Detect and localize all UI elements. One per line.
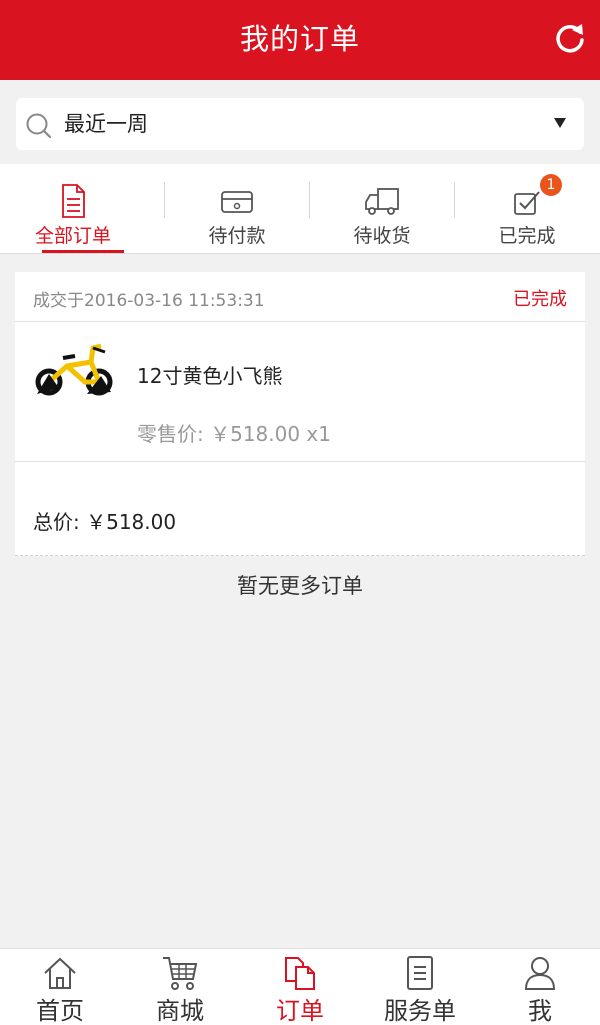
truck-icon [365, 188, 399, 215]
order-status-tabs: 全部订单 待付款 待收货 1 已完成 [0, 164, 600, 254]
service-doc-icon [407, 956, 433, 990]
order-status: 已完成 [513, 289, 567, 310]
tab-label: 全部订单 [34, 225, 111, 247]
tab-completed[interactable]: 1 已完成 [454, 164, 600, 254]
home-icon [44, 957, 76, 989]
time-range-select[interactable]: 最近一周 [16, 98, 584, 150]
refresh-icon[interactable] [550, 18, 590, 58]
search-icon [26, 113, 52, 139]
nav-label: 订单 [276, 997, 324, 1025]
order-icon [285, 957, 315, 990]
checkbox-icon [514, 191, 540, 215]
tab-pending-payment[interactable]: 待付款 [164, 164, 310, 254]
order-item[interactable]: 12寸黄色小飞熊 零售价: ￥518.00 x1 [15, 322, 585, 462]
nav-label: 商城 [156, 997, 204, 1025]
caret-down-icon [554, 118, 566, 128]
no-more-orders-text: 暂无更多订单 [237, 574, 363, 598]
page-title: 我的订单 [239, 22, 360, 56]
tab-all-orders[interactable]: 全部订单 [0, 164, 146, 254]
active-tab-indicator [42, 250, 124, 253]
header-bar: 我的订单 [0, 0, 600, 80]
order-header: 成交于2016-03-16 11:53:31 已完成 [15, 272, 585, 322]
dashed-divider [15, 555, 585, 556]
order-total: 总价: ￥518.00 [33, 510, 177, 534]
product-name: 12寸黄色小飞熊 [137, 364, 283, 388]
user-icon [524, 957, 556, 990]
card-icon [221, 191, 253, 213]
nav-label: 首页 [36, 997, 84, 1025]
time-range-value: 最近一周 [64, 112, 148, 136]
nav-mall[interactable]: 商城 [120, 949, 240, 1025]
nav-me[interactable]: 我 [480, 949, 600, 1025]
nav-service-orders[interactable]: 服务单 [360, 949, 480, 1025]
nav-label: 我 [528, 997, 552, 1025]
order-date: 成交于2016-03-16 11:53:31 [33, 291, 265, 311]
product-price: 零售价: ￥518.00 x1 [137, 422, 331, 446]
cart-icon [163, 957, 198, 990]
tab-label: 待付款 [208, 225, 266, 247]
nav-label: 服务单 [384, 997, 456, 1025]
tab-label: 已完成 [498, 225, 556, 247]
nav-home[interactable]: 首页 [0, 949, 120, 1025]
filter-area: 最近一周 [0, 80, 600, 164]
order-card[interactable]: 成交于2016-03-16 11:53:31 已完成 12寸黄色小飞熊 零售价:… [15, 272, 585, 556]
tab-pending-receipt[interactable]: 待收货 [309, 164, 455, 254]
product-image [35, 343, 113, 396]
bottom-nav: 首页 商城 订单 服务单 我 [0, 948, 600, 1025]
document-icon [62, 184, 85, 218]
tab-label: 待收货 [353, 225, 411, 247]
nav-orders[interactable]: 订单 [240, 949, 360, 1025]
count-badge: 1 [540, 174, 562, 196]
